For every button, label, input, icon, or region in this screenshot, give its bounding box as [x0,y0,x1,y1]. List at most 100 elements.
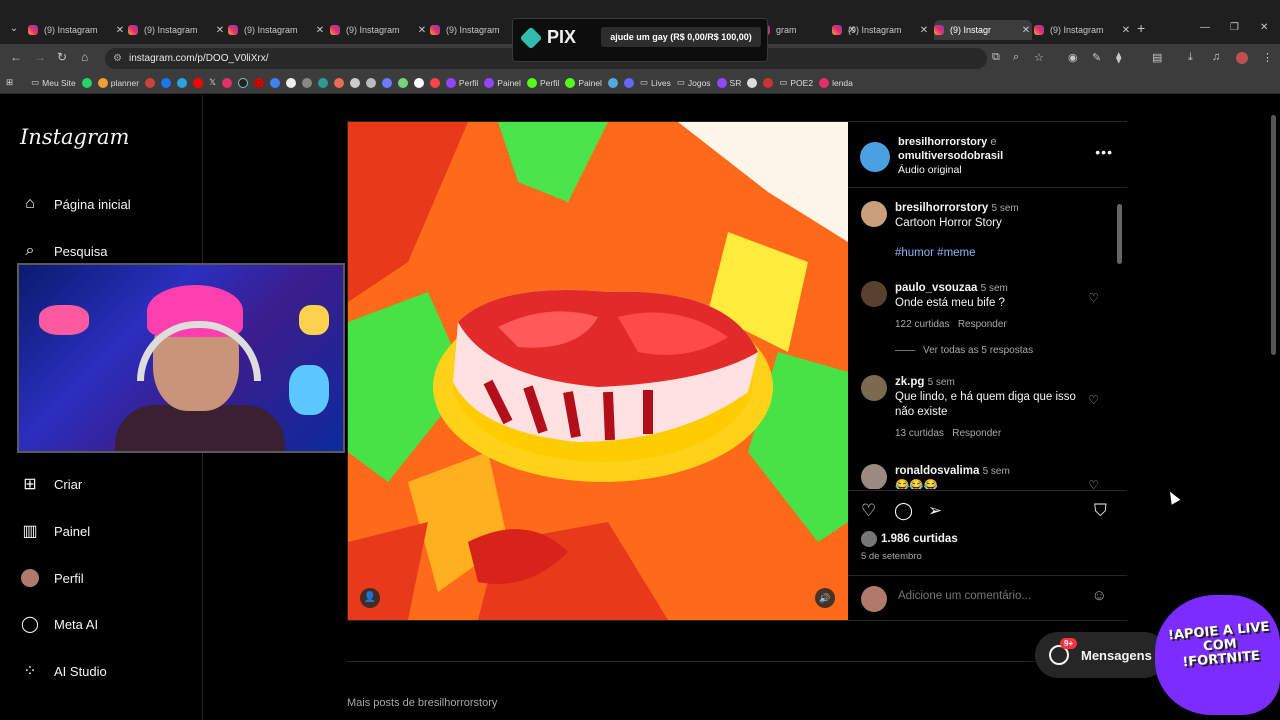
x-bookmark[interactable]: 𝕏 [209,77,216,88]
author-username[interactable]: bresilhorrorstory [898,136,987,148]
pen-icon[interactable]: ✎ [1092,51,1101,64]
bookmark[interactable] [365,77,376,88]
close-tab-icon[interactable]: ✕ [416,25,428,36]
menu-dots-icon[interactable]: ⋮ [1262,51,1273,64]
instagram-bookmark[interactable] [221,77,232,88]
tab-search-icon[interactable]: ⌄ [6,21,22,37]
bookmark[interactable] [145,77,156,88]
bookmark[interactable] [747,77,758,88]
bookmark[interactable] [397,77,408,88]
like-comment-icon[interactable]: ♡ [1088,393,1099,407]
comment-icon[interactable]: ◯ [894,501,913,521]
bookmark-perfil[interactable]: Perfil [445,77,478,88]
puzzle-icon[interactable]: ⧫ [1116,51,1121,64]
back-icon[interactable]: ← [10,50,22,64]
bookmark[interactable] [269,77,280,88]
close-tab-icon[interactable]: ✕ [1020,25,1032,36]
tagged-users-icon[interactable]: 👤 [360,588,380,608]
bookmark[interactable] [429,77,440,88]
save-icon[interactable]: ⛉ [1094,501,1107,521]
whatsapp-bookmark[interactable] [81,77,92,88]
close-tab-icon[interactable]: ✕ [918,25,930,36]
bookmark-painel[interactable]: Painel [565,77,602,88]
emoji-icon[interactable]: ☺ [1092,587,1107,604]
bookmark[interactable] [253,77,264,88]
browser-tab[interactable]: (9) Instagram ✕ [1034,20,1132,40]
volume-icon[interactable]: 🔊 [815,588,835,608]
page-scrollbar[interactable] [1270,95,1278,720]
sidebar-icon[interactable]: ▤ [1152,51,1162,64]
install-icon[interactable]: ⧉ [992,51,1000,64]
bookmark-folder[interactable]: ▭ Meu Site [31,77,76,88]
forward-icon[interactable]: → [34,50,46,64]
bookmark[interactable] [317,77,328,88]
bookmark[interactable] [349,77,360,88]
bookmark[interactable]: planner [97,77,139,88]
extension-icon[interactable]: ◉ [1068,51,1078,64]
media-icon[interactable]: ♫ [1212,51,1220,63]
facebook-bookmark[interactable] [161,77,172,88]
bookmark[interactable] [413,77,424,88]
caption-hashtags[interactable]: #humor #meme [895,247,976,259]
bookmark[interactable] [301,77,312,88]
sidebar-item-home[interactable]: ⌂ Página inicial [20,192,130,216]
instagram-logo[interactable]: Instagram [20,125,129,149]
bookmark-painel[interactable]: Painel [484,77,521,88]
bookmark[interactable] [763,77,774,88]
coauthor-username[interactable]: omultiversodobrasil [898,150,1003,162]
browser-tab[interactable]: (9) Instagr ✕ [934,20,1032,40]
comment-avatar[interactable] [861,464,887,489]
sidebar-item-dashboard[interactable]: ▥ Painel [20,519,90,543]
bookmark[interactable] [285,77,296,88]
reply-button[interactable]: Responder [958,319,1007,330]
browser-tab[interactable]: (9) Instagram ✕ [832,20,930,40]
sidebar-item-profile[interactable]: Perfil [20,566,84,590]
bookmark-folder-lives[interactable]: ▭ Lives [640,77,671,88]
sidebar-item-search[interactable]: ⌕ Pesquisa [20,239,108,263]
caption-avatar[interactable] [861,201,887,227]
close-tab-icon[interactable]: ✕ [314,25,326,36]
bookmark[interactable] [607,77,618,88]
bookmark-perfil[interactable]: Perfil [526,77,559,88]
youtube-bookmark[interactable] [193,77,204,88]
like-comment-icon[interactable]: ♡ [1088,478,1099,489]
bookmark-sr[interactable]: SR [716,77,741,88]
browser-tab[interactable]: (9) Instagram ✕ [330,20,428,40]
browser-tab[interactable]: (9) Instagram ✕ [28,20,126,40]
close-tab-icon[interactable]: ✕ [1120,25,1132,36]
comment-input[interactable] [898,590,1078,602]
share-icon[interactable]: ➢ [928,501,942,521]
bookmark[interactable] [381,77,392,88]
like-comment-icon[interactable]: ♡ [1088,291,1099,305]
reload-icon[interactable]: ↻ [57,50,67,64]
like-icon[interactable]: ♡ [861,501,876,521]
browser-tab[interactable]: (9) Instagram ✕ [128,20,226,40]
reply-button[interactable]: Responder [952,428,1001,439]
scrollbar-thumb[interactable] [1117,204,1122,264]
comments-scrollbar[interactable] [1117,194,1122,484]
more-options-icon[interactable]: ••• [1095,144,1113,160]
zoom-icon[interactable]: ⌕ [1013,51,1019,64]
comment-avatar[interactable] [861,281,887,307]
caption-username[interactable]: bresilhorrorstory [895,202,988,214]
likes-count[interactable]: 1.986 curtidas [861,531,958,547]
bookmark[interactable] [333,77,344,88]
post-video[interactable]: 👤 🔊 [348,122,848,620]
audio-label[interactable]: Áudio original [898,164,962,176]
site-info-icon[interactable]: ⚙ [113,48,122,69]
apps-grid-icon[interactable]: ⊞ [6,77,13,88]
minimize-icon[interactable]: — [1200,22,1210,33]
bookmark-star-icon[interactable]: ☆ [1034,51,1044,64]
bookmark[interactable] [623,77,634,88]
messages-button[interactable]: 9+ Mensagens [1035,632,1167,678]
close-window-icon[interactable]: ✕ [1260,22,1268,33]
sidebar-item-meta-ai[interactable]: ◯ Meta AI [20,612,98,636]
comment-likes[interactable]: 122 curtidas [895,319,949,330]
comment-likes[interactable]: 13 curtidas [895,428,944,439]
page-scrollbar-thumb[interactable] [1271,115,1276,355]
comment-avatar[interactable] [861,375,887,401]
new-tab-button[interactable]: + [1137,20,1145,36]
close-tab-icon[interactable]: ✕ [214,25,226,36]
bookmark-lenda[interactable]: lenda [819,77,853,88]
tiktok-bookmark[interactable] [237,77,248,88]
